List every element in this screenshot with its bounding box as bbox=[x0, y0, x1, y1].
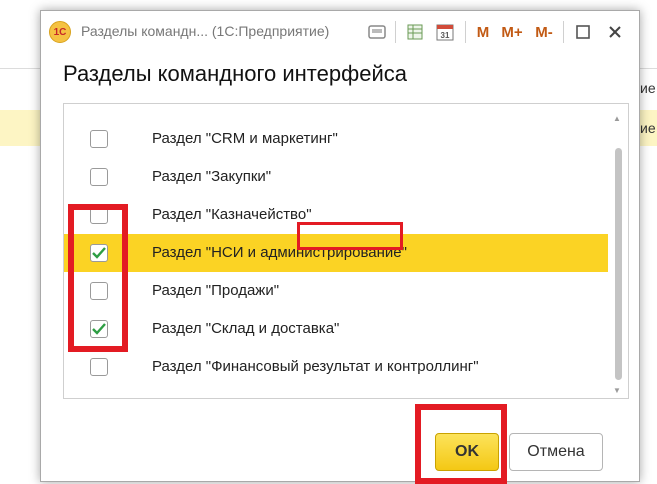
section-checkbox[interactable] bbox=[90, 168, 108, 186]
section-checkbox[interactable] bbox=[90, 130, 108, 148]
list-item[interactable]: Раздел "Продажи" bbox=[64, 272, 608, 310]
window-title: Разделы командн... (1С:Предприятие) bbox=[81, 23, 330, 39]
calendar-icon[interactable]: 31 bbox=[433, 20, 457, 44]
background-text-fragment: ие bbox=[640, 120, 656, 136]
title-bar[interactable]: 1C Разделы командн... (1С:Предприятие) 3… bbox=[41, 11, 639, 53]
scrollbar-thumb[interactable] bbox=[615, 148, 622, 380]
annotation-checkbox-highlight bbox=[68, 204, 128, 352]
section-label: Раздел "Склад и доставка" bbox=[152, 320, 340, 337]
toolbar-separator bbox=[465, 21, 466, 43]
section-label: Раздел "Финансовый результат и контролли… bbox=[152, 358, 479, 375]
list-item[interactable]: Раздел "Склад и доставка" bbox=[64, 310, 608, 348]
memory-mminus-button[interactable]: M- bbox=[529, 20, 559, 44]
scroll-up-arrow-icon[interactable]: ▲ bbox=[613, 114, 621, 123]
save-icon[interactable] bbox=[365, 20, 389, 44]
section-checkbox[interactable] bbox=[90, 358, 108, 376]
annotation-label-highlight bbox=[297, 222, 403, 250]
section-label: Раздел "Казначейство" bbox=[152, 206, 312, 223]
list-item[interactable]: Раздел "Финансовый результат и контролли… bbox=[64, 348, 608, 386]
list-item[interactable]: Раздел "Закупки" bbox=[64, 158, 608, 196]
toolbar-separator bbox=[395, 21, 396, 43]
list-item[interactable]: Раздел "CRM и маркетинг" bbox=[64, 120, 608, 158]
section-label: Раздел "Продажи" bbox=[152, 282, 280, 299]
section-label: Раздел "CRM и маркетинг" bbox=[152, 130, 338, 147]
memory-m-button[interactable]: M bbox=[471, 20, 495, 44]
background-text-fragment: ие bbox=[640, 80, 656, 96]
annotation-ok-highlight bbox=[415, 404, 507, 484]
scroll-down-arrow-icon[interactable]: ▼ bbox=[613, 386, 621, 395]
app-logo-icon: 1C bbox=[49, 21, 71, 43]
svg-text:31: 31 bbox=[441, 31, 450, 40]
toolbar-separator bbox=[563, 21, 564, 43]
dialog-heading: Разделы командного интерфейса bbox=[63, 61, 407, 86]
memory-mplus-button[interactable]: M+ bbox=[497, 20, 527, 44]
close-icon[interactable] bbox=[603, 20, 627, 44]
maximize-icon[interactable] bbox=[571, 20, 595, 44]
sections-list[interactable]: Раздел "CRM и маркетинг" Раздел "Закупки… bbox=[63, 103, 629, 399]
list-scrollbar[interactable]: ▲ ▼ bbox=[608, 104, 628, 398]
section-label: Раздел "Закупки" bbox=[152, 168, 272, 185]
table-icon[interactable] bbox=[403, 20, 427, 44]
cancel-button[interactable]: Отмена bbox=[509, 433, 603, 471]
